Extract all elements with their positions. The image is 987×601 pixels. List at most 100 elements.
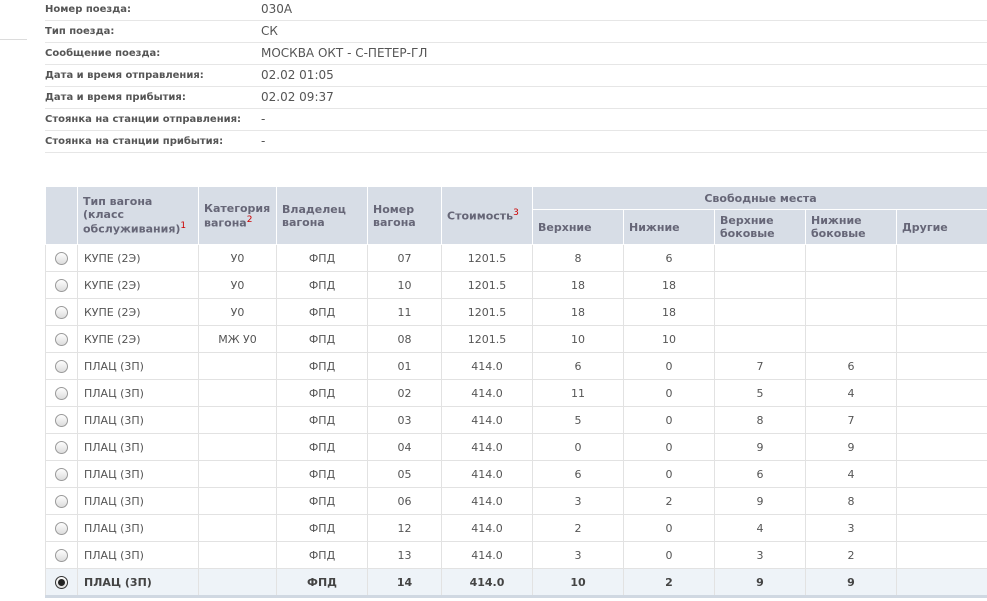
lower-side-seats-cell: 4 <box>805 379 897 407</box>
table-row[interactable]: ПЛАЦ (3П) ФПД 02 414.0 11 0 5 4 <box>45 379 987 407</box>
wagon-radio-button[interactable] <box>55 522 68 535</box>
lower-seats-cell: 2 <box>623 568 715 598</box>
price-cell: 414.0 <box>441 541 533 569</box>
price-cell: 1201.5 <box>441 244 533 272</box>
wagon-type-header: Тип вагона (класс обслуживания)1 <box>77 186 199 245</box>
upper-header: Верхние <box>532 209 624 245</box>
wagon-type-cell: ПЛАЦ (3П) <box>77 541 199 569</box>
select-cell <box>45 244 78 272</box>
wagon-type-cell: ПЛАЦ (3П) <box>77 568 199 598</box>
wagon-number-cell: 06 <box>367 487 442 515</box>
table-row[interactable]: КУПЕ (2Э) У0 ФПД 07 1201.5 8 6 <box>45 244 987 272</box>
info-row: Тип поезда: СК <box>45 22 987 43</box>
table-row[interactable]: ПЛАЦ (3П) ФПД 13 414.0 3 0 3 2 <box>45 541 987 569</box>
other-seats-cell <box>895 298 987 326</box>
select-cell <box>45 460 78 488</box>
owner-cell: ФПД <box>276 406 368 434</box>
owner-cell: ФПД <box>276 271 368 299</box>
wagon-number-cell: 05 <box>367 460 442 488</box>
info-value: СК <box>261 24 278 38</box>
price-header: Стоимость3 <box>441 186 533 245</box>
table-row[interactable]: ПЛАЦ (3П) ФПД 12 414.0 2 0 4 3 <box>45 514 987 542</box>
wagon-radio-button[interactable] <box>55 468 68 481</box>
train-info: Номер поезда: 030А Тип поезда: СК Сообщение … <box>45 0 987 154</box>
owner-cell: ФПД <box>276 298 368 326</box>
select-cell <box>45 514 78 542</box>
price-cell: 414.0 <box>441 460 533 488</box>
wagon-radio-button[interactable] <box>55 279 68 292</box>
table-row[interactable]: ПЛАЦ (3П) ФПД 04 414.0 0 0 9 9 <box>45 433 987 461</box>
info-row: Дата и время прибытия: 02.02 09:37 <box>45 88 987 109</box>
other-seats-cell <box>895 514 987 542</box>
category-cell <box>198 514 277 542</box>
table-row[interactable]: ПЛАЦ (3П) ФПД 14 414.0 10 2 9 9 <box>45 568 987 598</box>
wagon-radio-button[interactable] <box>55 576 68 589</box>
upper-side-seats-cell <box>714 244 806 272</box>
lower-seats-cell: 2 <box>623 487 715 515</box>
wagon-radio-button[interactable] <box>55 441 68 454</box>
wagon-radio-button[interactable] <box>55 252 68 265</box>
lower-side-seats-cell: 8 <box>805 487 897 515</box>
wagon-number-cell: 03 <box>367 406 442 434</box>
table-row[interactable]: ПЛАЦ (3П) ФПД 05 414.0 6 0 6 4 <box>45 460 987 488</box>
info-label: Тип поезда: <box>45 26 115 37</box>
other-seats-cell <box>895 460 987 488</box>
wagon-radio-button[interactable] <box>55 495 68 508</box>
owner-cell: ФПД <box>276 433 368 461</box>
lower-side-seats-cell <box>805 244 897 272</box>
table-row[interactable]: ПЛАЦ (3П) ФПД 03 414.0 5 0 8 7 <box>45 406 987 434</box>
lower-side-seats-cell: 3 <box>805 514 897 542</box>
wagon-radio-button[interactable] <box>55 333 68 346</box>
wagon-radio-button[interactable] <box>55 549 68 562</box>
select-cell <box>45 325 78 353</box>
table-row[interactable]: КУПЕ (2Э) У0 ФПД 10 1201.5 18 18 <box>45 271 987 299</box>
wagon-radio-button[interactable] <box>55 306 68 319</box>
info-row: Стоянка на станции прибытия: - <box>45 132 987 153</box>
info-value: 02.02 01:05 <box>261 68 334 82</box>
lower-side-seats-cell: 9 <box>805 568 897 598</box>
wagon-type-cell: КУПЕ (2Э) <box>77 244 199 272</box>
info-label: Стоянка на станции прибытия: <box>45 136 224 147</box>
info-label: Сообщение поезда: <box>45 48 161 59</box>
select-cell <box>45 568 78 598</box>
upper-seats-cell: 18 <box>532 271 624 299</box>
info-label: Дата и время прибытия: <box>45 92 186 103</box>
lower-seats-cell: 6 <box>623 244 715 272</box>
lower-seats-cell: 18 <box>623 298 715 326</box>
price-cell: 414.0 <box>441 514 533 542</box>
select-cell <box>45 406 78 434</box>
wagon-type-cell: ПЛАЦ (3П) <box>77 406 199 434</box>
wagon-type-cell: ПЛАЦ (3П) <box>77 460 199 488</box>
table-row[interactable]: КУПЕ (2Э) У0 ФПД 11 1201.5 18 18 <box>45 298 987 326</box>
upper-side-seats-cell: 9 <box>714 433 806 461</box>
wagon-number-cell: 11 <box>367 298 442 326</box>
price-cell: 414.0 <box>441 433 533 461</box>
wagon-number-cell: 07 <box>367 244 442 272</box>
upper-side-seats-cell: 9 <box>714 487 806 515</box>
wagon-radio-button[interactable] <box>55 387 68 400</box>
upper-side-seats-cell: 3 <box>714 541 806 569</box>
category-cell <box>198 379 277 407</box>
owner-cell: ФПД <box>276 379 368 407</box>
select-cell <box>45 271 78 299</box>
info-value: 02.02 09:37 <box>261 90 334 104</box>
wagon-radio-button[interactable] <box>55 360 68 373</box>
price-cell: 414.0 <box>441 487 533 515</box>
table-row[interactable]: КУПЕ (2Э) МЖ У0 ФПД 08 1201.5 10 10 <box>45 325 987 353</box>
price-cell: 414.0 <box>441 568 533 598</box>
price-cell: 1201.5 <box>441 298 533 326</box>
upper-side-seats-cell: 5 <box>714 379 806 407</box>
category-cell: У0 <box>198 244 277 272</box>
other-seats-cell <box>895 406 987 434</box>
table-row[interactable]: ПЛАЦ (3П) ФПД 06 414.0 3 2 9 8 <box>45 487 987 515</box>
lower-side-header: Нижние боковые <box>805 209 897 245</box>
select-cell <box>45 298 78 326</box>
wagon-radio-button[interactable] <box>55 414 68 427</box>
wagon-type-cell: ПЛАЦ (3П) <box>77 379 199 407</box>
owner-cell: ФПД <box>276 487 368 515</box>
other-seats-cell <box>895 244 987 272</box>
wagon-type-cell: КУПЕ (2Э) <box>77 325 199 353</box>
table-row[interactable]: ПЛАЦ (3П) ФПД 01 414.0 6 0 7 6 <box>45 352 987 380</box>
wagon-type-cell: КУПЕ (2Э) <box>77 271 199 299</box>
lower-side-seats-cell: 7 <box>805 406 897 434</box>
